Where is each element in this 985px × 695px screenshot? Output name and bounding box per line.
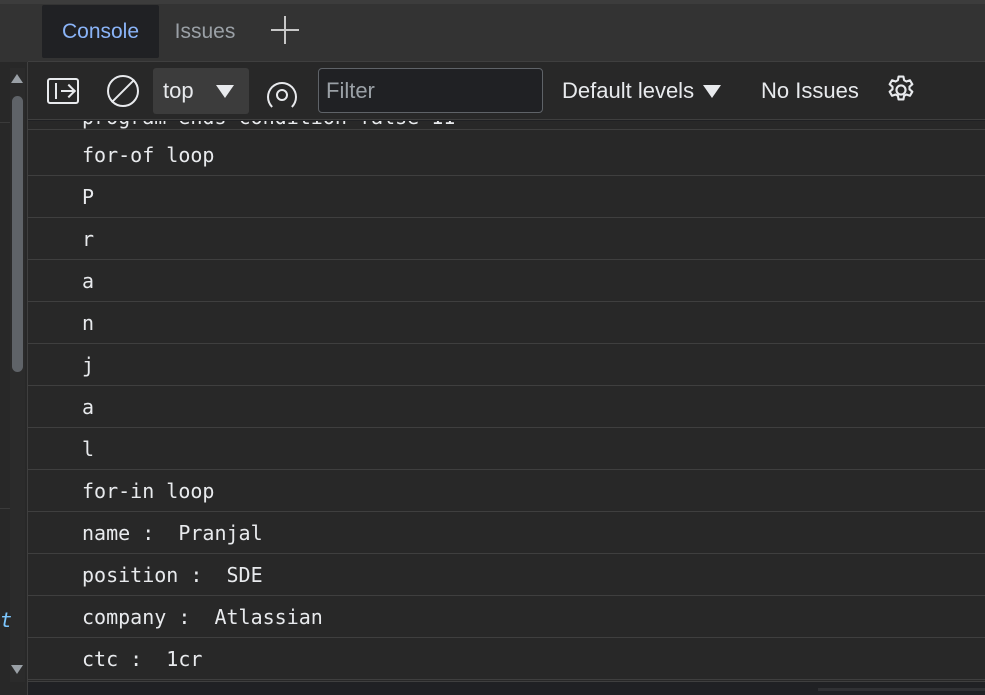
console-output[interactable]: program ends condition false 11 for-of l… [28, 121, 985, 681]
console-bottom-edge [28, 681, 985, 695]
eye-icon[interactable] [267, 82, 297, 112]
context-label: top [163, 78, 194, 103]
left-panel-gutter: t [0, 4, 28, 695]
console-message: ctc : 1cr [28, 638, 985, 680]
devtools-tab-bar: Console Issues [28, 4, 985, 62]
console-message: a [28, 260, 985, 302]
plus-icon[interactable] [271, 16, 299, 44]
gear-icon[interactable] [884, 73, 918, 107]
chevron-down-icon [216, 85, 234, 98]
context-selector[interactable]: top [153, 68, 249, 114]
console-toolbar: top Default levels No Issues [28, 62, 985, 120]
scroll-down-icon[interactable] [11, 665, 23, 674]
console-message: for-of loop [28, 134, 985, 176]
console-message-partial: program ends condition false 11 [28, 121, 985, 130]
console-message: r [28, 218, 985, 260]
console-message: l [28, 428, 985, 470]
tab-issues[interactable]: Issues [165, 5, 245, 58]
log-levels-dropdown[interactable]: Default levels [562, 68, 730, 114]
console-message: for-in loop [28, 470, 985, 512]
console-message: name : Pranjal [28, 512, 985, 554]
scroll-up-icon[interactable] [11, 74, 23, 83]
issues-counter[interactable]: No Issues [761, 68, 859, 114]
scroll-thumb[interactable] [12, 96, 23, 372]
sidebar-toggle-icon[interactable] [47, 78, 79, 104]
console-message: P [28, 176, 985, 218]
console-message: j [28, 344, 985, 386]
chevron-down-icon [703, 85, 721, 98]
console-message: company : Atlassian [28, 596, 985, 638]
console-message: a [28, 386, 985, 428]
clear-console-icon[interactable] [107, 75, 139, 107]
tab-console[interactable]: Console [42, 5, 159, 58]
levels-label: Default levels [562, 78, 695, 103]
filter-input[interactable] [318, 68, 543, 113]
console-message: n [28, 302, 985, 344]
code-glyph: t [0, 608, 13, 632]
console-message: position : SDE [28, 554, 985, 596]
